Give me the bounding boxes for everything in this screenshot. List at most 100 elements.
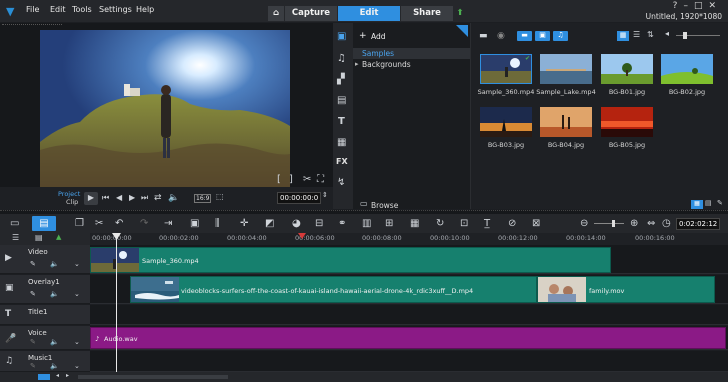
track-expand-icon[interactable]: ⌄ xyxy=(74,363,80,370)
menu-help[interactable]: Help xyxy=(136,5,154,14)
media-thumb-bg-b02[interactable] xyxy=(661,54,713,84)
mute-icon[interactable]: 🔈 xyxy=(50,339,59,346)
folder-item-samples[interactable]: Samples xyxy=(353,48,470,59)
split-audio-icon[interactable]: ⊠ xyxy=(532,219,540,229)
sound-mixer-icon[interactable]: ▦ xyxy=(410,219,419,229)
add-folder-icon[interactable]: + xyxy=(359,31,367,41)
repeat-icon[interactable]: ⇄ xyxy=(154,194,162,203)
video-preview[interactable] xyxy=(40,30,290,190)
color-grading-icon[interactable]: ◕ xyxy=(292,219,301,229)
scroll-thumb[interactable] xyxy=(38,374,50,380)
split-clip-icon[interactable]: ✂ xyxy=(303,175,311,185)
ripple-edit-icon[interactable]: ↻ xyxy=(436,219,444,229)
edit-icon[interactable]: ✎ xyxy=(717,200,723,207)
media-thumb-sample-360[interactable]: ✔ xyxy=(480,54,532,84)
change-display-mode-icon[interactable]: ⬚ xyxy=(216,193,224,201)
end-icon[interactable]: ⏭ xyxy=(141,194,148,202)
track-expand-icon[interactable]: ⌄ xyxy=(74,261,80,268)
fit-project-icon[interactable]: ⇔ xyxy=(647,219,655,229)
ripple-edit-track-icon[interactable]: ✎ xyxy=(30,291,36,298)
subtitle-editor-icon[interactable]: ⊟ xyxy=(315,219,323,229)
library-menu-icon[interactable]: ▤ xyxy=(705,200,712,207)
play-button[interactable]: ▶ xyxy=(84,192,98,205)
home-icon[interactable]: ⌂ xyxy=(268,6,284,21)
folder-expand-icon[interactable]: ▸ xyxy=(355,60,359,68)
volume-icon[interactable]: 🔈 xyxy=(168,194,179,203)
redo-icon[interactable]: ↷ xyxy=(140,219,148,229)
track-visibility-icon[interactable]: ▤ xyxy=(35,234,43,242)
3d-title-icon[interactable]: ▥ xyxy=(362,219,371,229)
track-expand-icon[interactable]: ⌄ xyxy=(74,339,80,346)
zoom-out-icon[interactable]: ◂ xyxy=(665,30,669,38)
time-remap-icon[interactable]: ⇥ xyxy=(164,219,172,229)
aspect-ratio-button[interactable]: 16:9 xyxy=(194,194,212,203)
menu-edit[interactable]: Edit xyxy=(50,5,66,14)
media-icon[interactable]: ▣ xyxy=(337,32,346,42)
media-thumb-bg-b05[interactable] xyxy=(601,107,653,137)
menu-file[interactable]: File xyxy=(26,5,39,14)
video-clip[interactable]: Sample_360.mp4 xyxy=(90,247,611,273)
scroll-track[interactable] xyxy=(78,375,228,379)
ripple-edit-track-icon[interactable]: ✎ xyxy=(30,261,36,268)
filter-photo-button[interactable]: ▣ xyxy=(535,31,550,41)
sort-icon[interactable]: ⇅ xyxy=(647,31,654,39)
title-icon[interactable]: T xyxy=(338,117,345,127)
timeline-view-button[interactable]: ▤ xyxy=(32,216,56,231)
tab-share[interactable]: Share xyxy=(401,6,453,21)
list-view-icon[interactable]: ☰ xyxy=(633,31,640,39)
home-start-icon[interactable]: ⏮ xyxy=(102,194,109,202)
playhead[interactable] xyxy=(116,233,117,373)
track-header-title1[interactable]: T Title1 xyxy=(0,305,90,325)
track-header-video[interactable]: ▶ Video ✎ 🔈 ⌄ xyxy=(0,245,90,274)
paint-creator-icon[interactable]: ⊘ xyxy=(508,219,516,229)
zoom-out-timeline-icon[interactable]: ⊖ xyxy=(580,219,588,229)
next-frame-icon[interactable]: ▶ xyxy=(129,194,135,202)
import-folder-icon[interactable]: ▬ xyxy=(479,32,488,41)
zoom-in-timeline-icon[interactable]: ⊕ xyxy=(630,219,638,229)
title-subtitle-icon[interactable]: T̲ xyxy=(484,219,490,229)
media-thumb-bg-b03[interactable] xyxy=(480,107,532,137)
timecode-stepper-icon[interactable]: ⇕ xyxy=(322,192,328,199)
scroll-left-icon[interactable]: ◂ xyxy=(56,373,59,379)
ripple-edit-track-icon[interactable]: ✎ xyxy=(30,339,36,346)
track-options-icon[interactable]: ☰ xyxy=(12,234,19,242)
media-thumb-bg-b01[interactable] xyxy=(601,54,653,84)
clip-mode-label[interactable]: Clip xyxy=(66,198,78,206)
slider-thumb[interactable] xyxy=(683,32,687,39)
record-capture-icon[interactable]: ▣ xyxy=(190,219,199,229)
motion-tracking-icon[interactable]: ✛ xyxy=(240,219,248,229)
tools-icon[interactable]: ✂ xyxy=(95,219,103,229)
graphic-icon[interactable]: ▦ xyxy=(337,138,346,148)
split-screen-icon[interactable]: ⫼ xyxy=(215,219,220,229)
add-track-icon[interactable]: ▲ xyxy=(56,234,61,241)
scroll-right-icon[interactable]: ▸ xyxy=(66,373,69,379)
mark-in-icon[interactable]: [ xyxy=(277,175,281,185)
previous-frame-icon[interactable]: ◀ xyxy=(116,194,122,202)
mark-out-icon[interactable]: ] xyxy=(289,175,293,185)
timeline-ruler[interactable]: 00:00:00:00 00:00:02:00 00:00:04:00 00:0… xyxy=(90,233,728,245)
filter-fx-icon[interactable]: FX xyxy=(336,157,348,166)
timeline-timecode[interactable]: 0:02:02:12 xyxy=(676,218,721,230)
close-icon[interactable]: ✕ xyxy=(708,1,722,11)
voice-clip[interactable]: ♪ Audio.wav xyxy=(90,327,726,349)
tab-edit[interactable]: Edit xyxy=(338,6,400,21)
title-safe-icon[interactable]: ▤ xyxy=(337,96,346,106)
stop-motion-icon[interactable]: ⊡ xyxy=(460,219,468,229)
mute-icon[interactable]: 🔈 xyxy=(50,291,59,298)
filter-video-button[interactable]: ▬ xyxy=(517,31,532,41)
storyboard-view-icon[interactable]: ▭ xyxy=(10,219,19,229)
browse-folder-icon[interactable]: ▭ xyxy=(360,200,368,208)
media-thumb-sample-lake[interactable] xyxy=(540,54,592,84)
zoom-slider-thumb[interactable] xyxy=(612,220,615,227)
track-header-music1[interactable]: ♫ Music1 ✎ 🔈 ⌄ xyxy=(0,351,90,372)
help-icon[interactable]: ? xyxy=(673,1,684,11)
path-icon[interactable]: ↯ xyxy=(337,178,345,188)
overlay-clip-surfers[interactable]: videoblocks-surfers-off-the-coast-of-kau… xyxy=(130,276,537,303)
mask-creator-icon[interactable]: ◩ xyxy=(265,219,274,229)
menu-settings[interactable]: Settings xyxy=(99,5,132,14)
upload-arrow-icon[interactable]: ⬆ xyxy=(454,6,466,21)
ripple-edit-track-icon[interactable]: ✎ xyxy=(30,363,36,370)
browse-button[interactable]: Browse xyxy=(371,201,398,210)
show-library-options-button[interactable]: ▦ xyxy=(691,200,703,209)
undo-icon[interactable]: ↶ xyxy=(115,219,123,229)
